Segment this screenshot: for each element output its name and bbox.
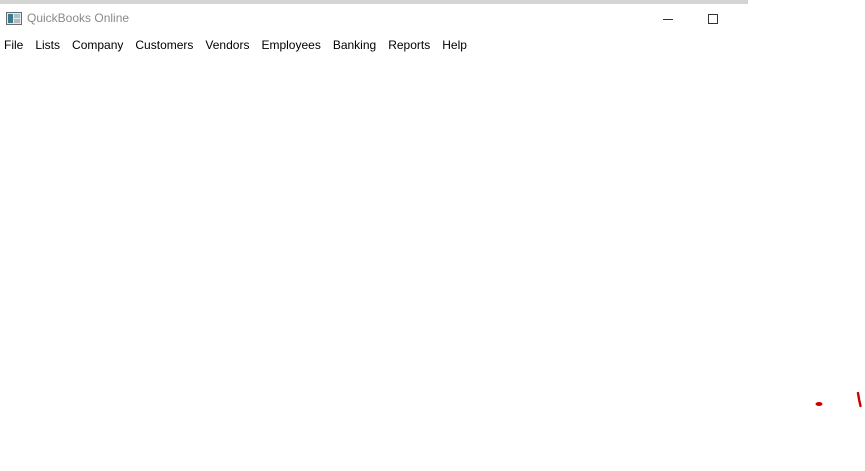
menu-customers[interactable]: Customers xyxy=(130,35,199,55)
window-title: QuickBooks Online xyxy=(27,11,130,25)
menu-reports[interactable]: Reports xyxy=(383,35,436,55)
app-window: QuickBooks Online File Lists Company Cus… xyxy=(0,0,865,471)
menu-company[interactable]: Company xyxy=(67,35,129,55)
menu-bar: File Lists Company Customers Vendors Emp… xyxy=(0,34,748,56)
quickbooks-app-icon xyxy=(6,12,22,25)
annotation-dot-mark xyxy=(815,402,823,406)
minimize-icon xyxy=(663,19,673,20)
annotation-stroke-mark xyxy=(856,392,862,408)
menu-lists[interactable]: Lists xyxy=(30,35,66,55)
menu-banking[interactable]: Banking xyxy=(328,35,382,55)
menu-file[interactable]: File xyxy=(0,35,29,55)
main-content-area xyxy=(0,56,865,471)
maximize-icon xyxy=(708,14,718,24)
menu-vendors[interactable]: Vendors xyxy=(200,35,255,55)
minimize-button[interactable] xyxy=(645,4,691,34)
menu-help[interactable]: Help xyxy=(437,35,473,55)
title-bar[interactable]: QuickBooks Online xyxy=(0,4,748,34)
maximize-button[interactable] xyxy=(690,4,736,34)
menu-employees[interactable]: Employees xyxy=(256,35,326,55)
